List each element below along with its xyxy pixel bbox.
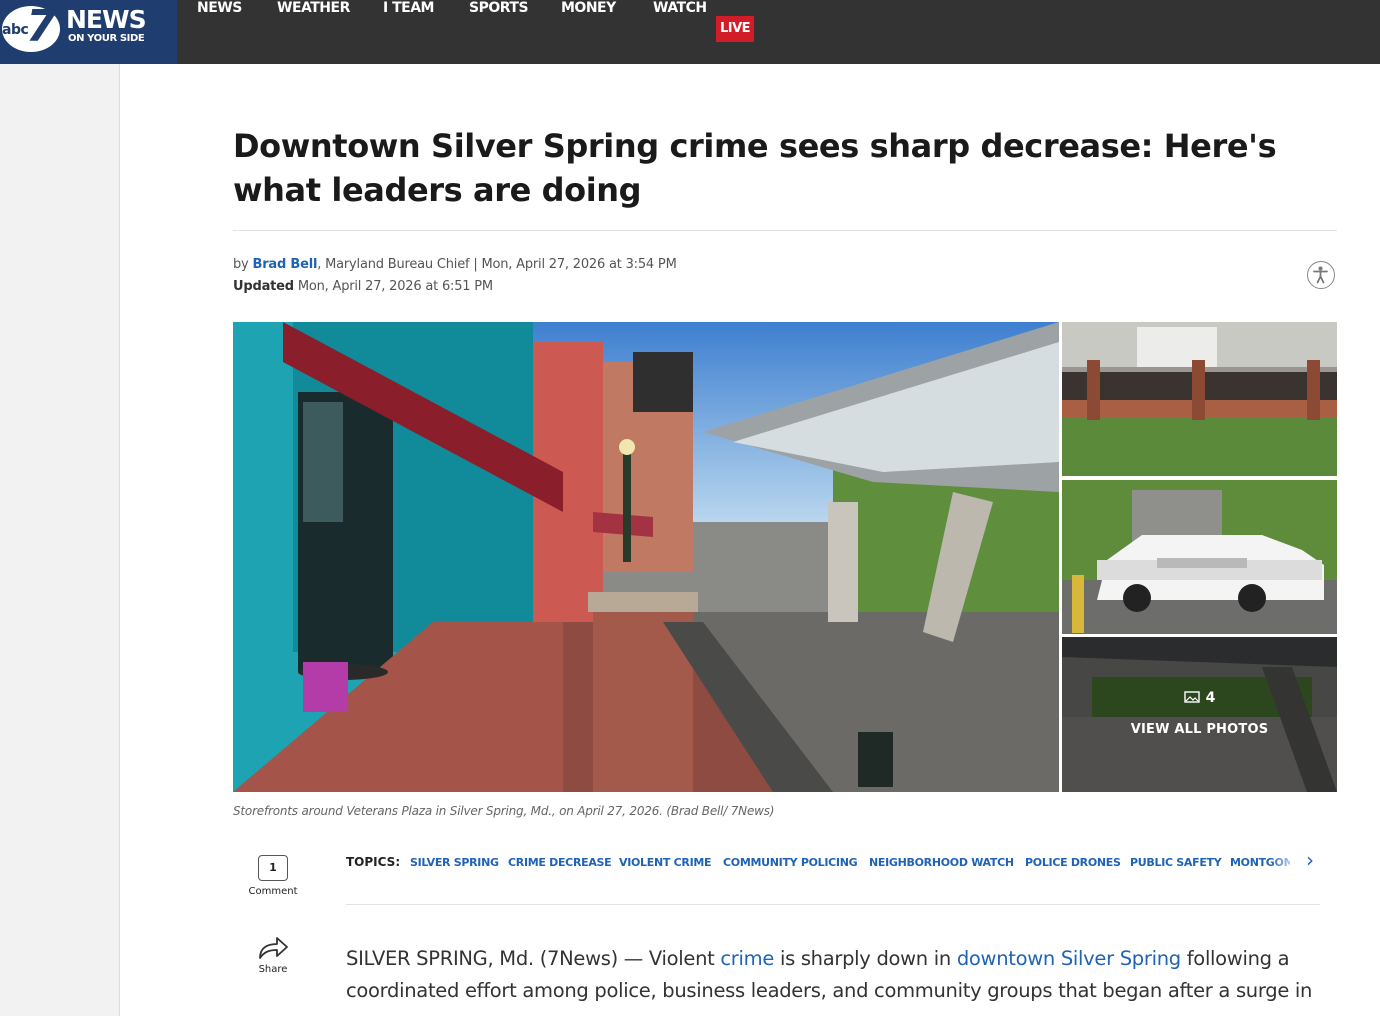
article-body-paragraph: SILVER SPRING, Md. (7News) — Violent cri… xyxy=(346,943,1336,1007)
nav-news[interactable]: NEWS xyxy=(197,0,242,64)
chevron-right-icon[interactable]: › xyxy=(1306,848,1314,872)
topic-neighborhood-watch[interactable]: NEIGHBORHOOD WATCH xyxy=(869,856,1014,869)
byline-line-2: Updated Mon, April 27, 2026 at 6:51 PM xyxy=(233,276,677,298)
logo-tagline: ON YOUR SIDE xyxy=(68,33,145,44)
comment-icon[interactable]: 1 xyxy=(258,855,288,881)
share-icon[interactable] xyxy=(257,934,289,960)
byline-separator: | xyxy=(473,257,478,272)
body-text-1: SILVER SPRING, Md. (7News) — Violent xyxy=(346,947,721,970)
nav-sports[interactable]: SPORTS xyxy=(469,0,529,64)
article-byline: by Brad Bell, Maryland Bureau Chief | Mo… xyxy=(233,254,677,298)
view-all-photos-button[interactable]: VIEW ALL PHOTOS xyxy=(1062,722,1337,737)
logo-abc: abc xyxy=(2,22,29,38)
logo-news: NEWS xyxy=(66,5,147,34)
nav-watch[interactable]: WATCH xyxy=(653,0,707,64)
topics-fade xyxy=(1270,850,1310,876)
updated-date: Mon, April 27, 2026 at 6:51 PM xyxy=(297,279,493,294)
side-photo-1[interactable] xyxy=(1062,322,1337,476)
byline-by: by xyxy=(233,257,249,272)
nav-i-team[interactable]: I TEAM xyxy=(383,0,434,64)
topic-violent-crime[interactable]: VIOLENT CRIME xyxy=(619,856,712,869)
side-photo-2[interactable] xyxy=(1062,480,1337,634)
comment-count: 1 xyxy=(269,861,277,874)
updated-label: Updated xyxy=(233,279,294,294)
logo-seven: 7 xyxy=(26,1,57,52)
topic-crime-decrease[interactable]: CRIME DECREASE xyxy=(508,856,612,869)
topics-divider xyxy=(346,904,1320,905)
nav-weather[interactable]: WEATHER xyxy=(277,0,350,64)
main-photo[interactable] xyxy=(233,322,1059,792)
accessibility-icon[interactable] xyxy=(1307,261,1335,289)
author-link[interactable]: Brad Bell xyxy=(252,257,317,272)
photo-count: 4 xyxy=(1205,690,1216,706)
topic-police-drones[interactable]: POLICE DRONES xyxy=(1025,856,1121,869)
article-headline: Downtown Silver Spring crime sees sharp … xyxy=(233,127,1277,209)
comment-label[interactable]: Comment xyxy=(233,886,313,897)
body-text-2: is sharply down in xyxy=(774,947,957,970)
share-label[interactable]: Share xyxy=(233,964,313,975)
gallery-overlay[interactable] xyxy=(1062,637,1337,792)
published-date: Mon, April 27, 2026 at 3:54 PM xyxy=(481,257,677,272)
headline-divider xyxy=(233,230,1337,231)
left-sidebar xyxy=(0,64,120,1016)
photo-caption: Storefronts around Veterans Plaza in Sil… xyxy=(233,804,775,818)
photo-count-label: 4 xyxy=(1062,690,1337,706)
photo-icon xyxy=(1183,691,1200,703)
body-link-downtown-silver-spring[interactable]: downtown Silver Spring xyxy=(957,947,1181,970)
nav-money[interactable]: MONEY xyxy=(561,0,616,64)
live-badge[interactable]: LIVE xyxy=(716,16,754,42)
topic-community-policing[interactable]: COMMUNITY POLICING xyxy=(723,856,858,869)
author-title: , Maryland Bureau Chief xyxy=(317,257,470,272)
topic-silver-spring[interactable]: SILVER SPRING xyxy=(410,856,499,869)
top-nav-bar: abc 7 NEWS ON YOUR SIDE NEWS WEATHER I T… xyxy=(0,0,1380,64)
abc7-news-logo[interactable]: abc 7 NEWS ON YOUR SIDE xyxy=(0,0,177,64)
topic-public-safety[interactable]: PUBLIC SAFETY xyxy=(1130,856,1222,869)
topics-label: TOPICS: xyxy=(346,855,401,869)
byline-line-1: by Brad Bell, Maryland Bureau Chief | Mo… xyxy=(233,254,677,276)
body-link-crime[interactable]: crime xyxy=(720,947,774,970)
